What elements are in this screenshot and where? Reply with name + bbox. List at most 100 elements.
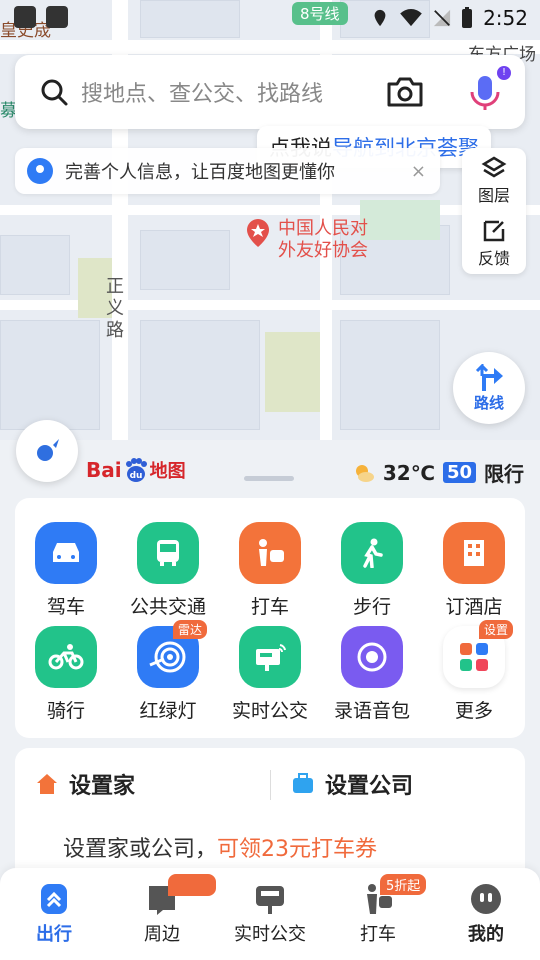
route-label: 路线 xyxy=(473,393,504,412)
feature-label: 驾车 xyxy=(46,596,85,618)
drag-handle[interactable] xyxy=(244,476,294,481)
weather-widget[interactable]: 32℃ 50 限行 xyxy=(353,458,524,487)
feature-grid: 驾车 公共交通 打车 步行 订酒店 骑行 雷达 红绿灯 实时公交 录语音包 设置… xyxy=(15,498,525,738)
poi-pin-icon xyxy=(247,219,269,247)
no-signal-icon xyxy=(433,9,451,27)
taxi-icon xyxy=(239,522,301,584)
tab-taxi[interactable]: 5折起 打车 xyxy=(324,868,432,960)
layers-button[interactable]: 图层 xyxy=(462,148,526,211)
feature-bike[interactable]: 骑行 xyxy=(15,626,117,736)
briefcase-icon xyxy=(293,773,313,793)
map-side-tools: 图层 反馈 xyxy=(462,148,526,274)
feedback-icon xyxy=(483,220,505,241)
feature-label: 步行 xyxy=(352,596,391,618)
profile-notice[interactable]: 完善个人信息，让百度地图更懂你 × xyxy=(15,148,440,194)
set-home-label: 设置家 xyxy=(69,774,136,799)
restriction-label: 限行 xyxy=(484,462,524,486)
camera-icon[interactable] xyxy=(385,75,425,109)
set-company-button[interactable]: 设置公司 xyxy=(291,768,413,800)
divider xyxy=(270,770,271,800)
taxi-discount-badge: 5折起 xyxy=(380,874,427,895)
voice-assistant-button[interactable]: ! xyxy=(461,66,511,116)
settings-badge: 设置 xyxy=(478,620,513,639)
feedback-button[interactable]: 反馈 xyxy=(462,211,526,274)
tab-label: 周边 xyxy=(144,924,180,945)
tab-label: 打车 xyxy=(360,924,396,945)
feature-label: 骑行 xyxy=(46,700,85,722)
wifi-icon xyxy=(400,9,422,27)
walk-icon xyxy=(341,522,403,584)
tab-nearby[interactable]: 周边 xyxy=(108,868,216,960)
street-label-zhengyilu: 正义路 xyxy=(106,276,124,341)
feature-hotel[interactable]: 订酒店 xyxy=(423,522,525,632)
traffic-light-icon: 雷达 xyxy=(137,620,207,688)
partly-cloudy-icon xyxy=(355,464,374,482)
layers-label: 图层 xyxy=(477,185,510,205)
layers-icon xyxy=(481,156,507,177)
close-icon[interactable]: × xyxy=(411,161,426,182)
promo-prefix: 设置家或公司， xyxy=(63,837,218,862)
tab-label: 出行 xyxy=(36,924,72,945)
bottom-nav: 出行 周边 实时公交 5折起 打车 我的 xyxy=(0,868,540,960)
bike-icon xyxy=(35,626,97,688)
tab-realtime-bus[interactable]: 实时公交 xyxy=(216,868,324,960)
feedback-label: 反馈 xyxy=(477,248,510,268)
feature-drive[interactable]: 驾车 xyxy=(15,522,117,632)
realtime-bus-icon xyxy=(256,886,284,914)
feature-more[interactable]: 设置 更多 xyxy=(423,620,525,736)
notice-text: 完善个人信息，让百度地图更懂你 xyxy=(65,162,335,183)
baidu-map-logo: Bai du 地图 xyxy=(86,455,186,485)
search-bar[interactable]: 搜地点、查公交、找路线 ! xyxy=(15,55,525,129)
home-icon xyxy=(37,774,57,794)
compass-icon xyxy=(37,439,59,461)
tab-label: 实时公交 xyxy=(234,924,306,945)
voice-pack-icon xyxy=(341,626,403,688)
feature-label: 公共交通 xyxy=(129,596,206,618)
search-icon xyxy=(41,79,68,106)
logo-ditu: 地图 xyxy=(149,461,186,482)
baidu-paw-icon: du xyxy=(125,458,147,482)
car-icon xyxy=(35,522,97,584)
tab-label: 我的 xyxy=(468,924,504,945)
mic-alert-dot: ! xyxy=(497,66,511,80)
my-location-button[interactable] xyxy=(16,420,78,482)
feature-walk[interactable]: 步行 xyxy=(321,522,423,632)
travel-icon xyxy=(41,884,67,914)
location-status-icon xyxy=(374,9,386,27)
feature-label: 实时公交 xyxy=(231,700,308,722)
feature-label: 打车 xyxy=(250,596,289,618)
promo-highlight[interactable]: 可领23元打车券 xyxy=(217,837,377,862)
tab-travel[interactable]: 出行 xyxy=(0,868,108,960)
feature-taxi[interactable]: 打车 xyxy=(219,522,321,632)
status-bar: 8号线 2:52 xyxy=(0,0,540,36)
map-poi[interactable]: 中国人民对外友好协会 xyxy=(244,218,378,262)
bus-icon xyxy=(137,522,199,584)
feature-label: 订酒店 xyxy=(445,596,503,618)
feature-label: 录语音包 xyxy=(333,700,410,722)
feature-traffic-light[interactable]: 雷达 红绿灯 xyxy=(117,620,219,736)
feature-label: 红绿灯 xyxy=(139,700,197,722)
svg-text:du: du xyxy=(129,471,142,481)
status-time: 2:52 xyxy=(483,6,528,30)
feature-transit[interactable]: 公共交通 xyxy=(117,522,219,632)
subway-line-badge: 8号线 xyxy=(292,2,348,25)
promo-text: 设置家或公司，可领23元打车券 xyxy=(63,831,377,863)
feature-realtime-bus[interactable]: 实时公交 xyxy=(219,626,321,736)
set-company-label: 设置公司 xyxy=(325,774,414,799)
nearby-badge xyxy=(168,874,216,896)
temperature: 32℃ xyxy=(382,460,435,485)
feature-label: 更多 xyxy=(454,700,493,722)
tab-mine[interactable]: 我的 xyxy=(432,868,540,960)
route-arrow-icon xyxy=(475,363,503,391)
location-pin-icon xyxy=(27,158,53,184)
battery-icon xyxy=(462,7,473,28)
feature-voice-pack[interactable]: 录语音包 xyxy=(321,626,423,736)
route-button[interactable]: 路线 xyxy=(453,352,525,424)
app-notification-icon xyxy=(46,6,68,28)
profile-icon xyxy=(471,884,501,914)
set-home-button[interactable]: 设置家 xyxy=(35,768,135,800)
plate-restriction-numbers: 50 xyxy=(442,462,476,483)
search-input[interactable]: 搜地点、查公交、找路线 xyxy=(81,76,385,108)
app-notification-icon xyxy=(14,6,36,28)
realtime-bus-icon xyxy=(239,626,301,688)
